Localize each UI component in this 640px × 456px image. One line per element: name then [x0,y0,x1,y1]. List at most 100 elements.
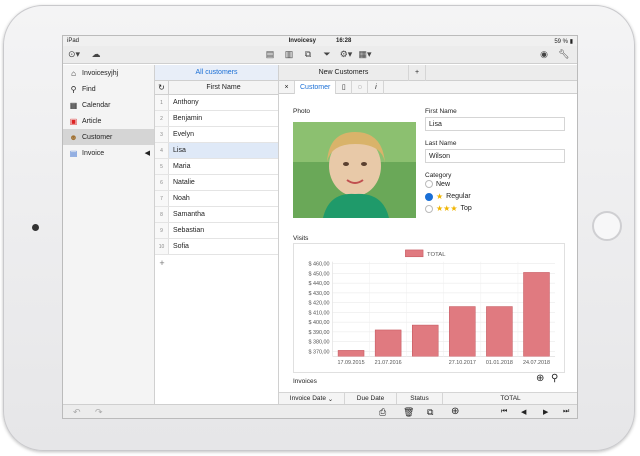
refresh-icon[interactable]: ↻ [155,81,169,94]
list-header: ↻ First Name [155,81,278,95]
form-view-icon[interactable]: ▤ [263,48,277,62]
battery-indicator: 59 % ▮ [554,38,573,45]
customer-photo [293,122,416,218]
tab-all-customers[interactable]: All customers [155,65,278,81]
list-item[interactable]: 7 Noah [155,191,278,207]
gallery-view-icon[interactable]: ⧉ [301,48,315,62]
add-invoice-icon[interactable]: ⊕ [536,373,544,384]
search-invoices-icon[interactable]: ⚲ [551,373,558,384]
main-toolbar: ⊙▾ ☁ ▤ ▥ ⧉ ⏷ ⚙▾ ▦▾ ◉ 🔧︎ [63,46,577,64]
app-screen: iPad Invoicesy 16:28 59 % ▮ ⊙▾ ☁ ▤ ▥ ⧉ ⏷… [62,35,578,419]
filter-icon[interactable]: ⏷ [320,48,334,62]
add-circle-icon[interactable]: ⊕ [451,406,459,417]
wrench-icon[interactable]: 🔧︎ [557,48,571,62]
document-icon[interactable]: ▯ [336,80,353,94]
column-header-first-name[interactable]: First Name [169,81,278,94]
sidebar-item-calendar[interactable]: ▦ Calendar [63,97,154,113]
category-option-regular[interactable]: ★ Regular [425,192,471,201]
first-record-icon[interactable]: ⏮ [501,408,507,416]
redo-icon[interactable]: ↷ [95,407,103,418]
legend-label: TOTAL [427,252,446,258]
customer-icon: ☻ [69,132,78,142]
column-status[interactable]: Status [397,393,443,404]
column-total[interactable]: TOTAL [443,393,577,404]
y-tick-label: $ 460,00 [309,262,330,268]
info-icon[interactable]: i [368,80,385,94]
sidebar-item-customer[interactable]: ☻ Customer [63,129,154,145]
list-item[interactable]: 8 Samantha [155,207,278,223]
bar [486,306,513,357]
invoices-label: Invoices [293,378,317,385]
list-item-selected[interactable]: 4 Lisa [155,143,278,159]
category-label: Category [425,172,452,179]
three-stars-icon: ★★★ [436,204,458,213]
sidebar-item-home[interactable]: ⌂ Invoicesyjhj [63,65,154,81]
add-record-button[interactable]: + [155,255,169,271]
last-name-field[interactable]: Wilson [425,149,565,163]
detail-subtabs: × Customer ▯ ◌ i [279,80,577,94]
last-record-icon[interactable]: ⏭ [563,408,569,416]
app-title: Invoicesy [288,38,316,44]
radio-button-selected[interactable] [425,192,433,201]
column-due-date[interactable]: Due Date [345,393,397,404]
category-option-new[interactable]: New [425,180,450,188]
print-icon[interactable]: ⎙ [379,407,386,418]
list-item[interactable]: 2 Benjamin [155,111,278,127]
trash-icon[interactable]: 🗑︎ [403,407,414,418]
list-item[interactable]: 9 Sebastian [155,223,278,239]
y-tick-label: $ 370,00 [309,349,330,355]
chart-view-icon[interactable]: ▥ [282,48,296,62]
photo-label: Photo [293,108,310,115]
list-item[interactable]: 10 Sofia [155,239,278,255]
y-tick-label: $ 400,00 [309,320,330,326]
first-name-field[interactable]: Lisa [425,117,565,131]
collapse-arrow-icon[interactable]: ◀ [145,149,150,157]
sidebar-item-find[interactable]: ⚲ Find [63,81,154,97]
gear-icon[interactable]: ⚙▾ [339,48,353,62]
tab-new-customers[interactable]: New Customers [279,64,409,81]
bar [337,350,365,357]
column-invoice-date[interactable]: Invoice Date ⌄ [279,393,345,404]
bar [449,306,476,357]
list-item[interactable]: 6 Natalie [155,175,278,191]
detail-tabs: New Customers + [279,64,577,81]
radio-button[interactable] [425,204,433,213]
sidebar-item-invoice[interactable]: ▤ Invoice ◀ [63,145,154,161]
layout-icon[interactable]: ▦▾ [358,48,372,62]
radio-button[interactable] [425,180,433,188]
customer-list: All customers ↻ First Name 1 Anthony 2 Ben… [155,65,279,404]
next-record-icon[interactable]: ▶ [543,408,548,416]
visits-chart: TOTAL $ 370,00$ 380,00$ 390,00$ 400,00$ … [293,243,565,373]
list-item[interactable]: 3 Evelyn [155,127,278,143]
calendar-icon: ▦ [69,100,78,110]
y-axis-ticks: $ 370,00 $ 380,00 $ 390,00 $ 400,00 $ 410,00… [309,262,330,356]
tab-customer[interactable]: Customer [295,80,337,94]
previous-record-icon[interactable]: ◀ [521,408,526,416]
y-tick-label: $ 440,00 [309,281,330,287]
tab-add-button[interactable]: + [409,64,427,81]
cloud-icon[interactable]: ☁ [89,48,103,62]
category-option-top[interactable]: ★★★ Top [425,204,472,213]
invoice-table-header: Invoice Date ⌄ Due Date Status TOTAL [279,392,577,404]
last-name-label: Last Name [425,140,457,147]
comment-icon[interactable]: ◌ [352,80,369,94]
settings-menu-icon[interactable]: ⊙▾ [67,48,81,62]
y-tick-label: $ 410,00 [309,310,330,316]
sidebar-item-article[interactable]: ▣ Article [63,113,154,129]
home-button[interactable] [592,211,622,241]
status-bar: iPad Invoicesy 16:28 59 % ▮ [63,36,577,46]
list-item[interactable]: 1 Anthony [155,95,278,111]
clock: 16:28 [336,38,352,44]
y-tick-label: $ 450,00 [309,271,330,277]
close-icon[interactable]: × [279,80,295,94]
undo-icon[interactable]: ↶ [73,407,81,418]
bar [523,272,550,357]
user-icon[interactable]: ◉ [537,48,551,62]
duplicate-icon[interactable]: ⧉ [427,407,433,418]
sidebar: ⌂ Invoicesyjhj ⚲ Find ▦ Calendar ▣ Article ☻… [63,65,155,404]
visits-label: Visits [293,235,309,242]
device-label: iPad [67,38,80,44]
x-tick-label: 27.10.2017 [449,360,476,366]
list-item[interactable]: 5 Maria [155,159,278,175]
bottom-toolbar: ↶ ↷ ⎙ 🗑︎ ⧉ ⊕ ⏮ ◀ ▶ ⏭ [63,404,577,418]
